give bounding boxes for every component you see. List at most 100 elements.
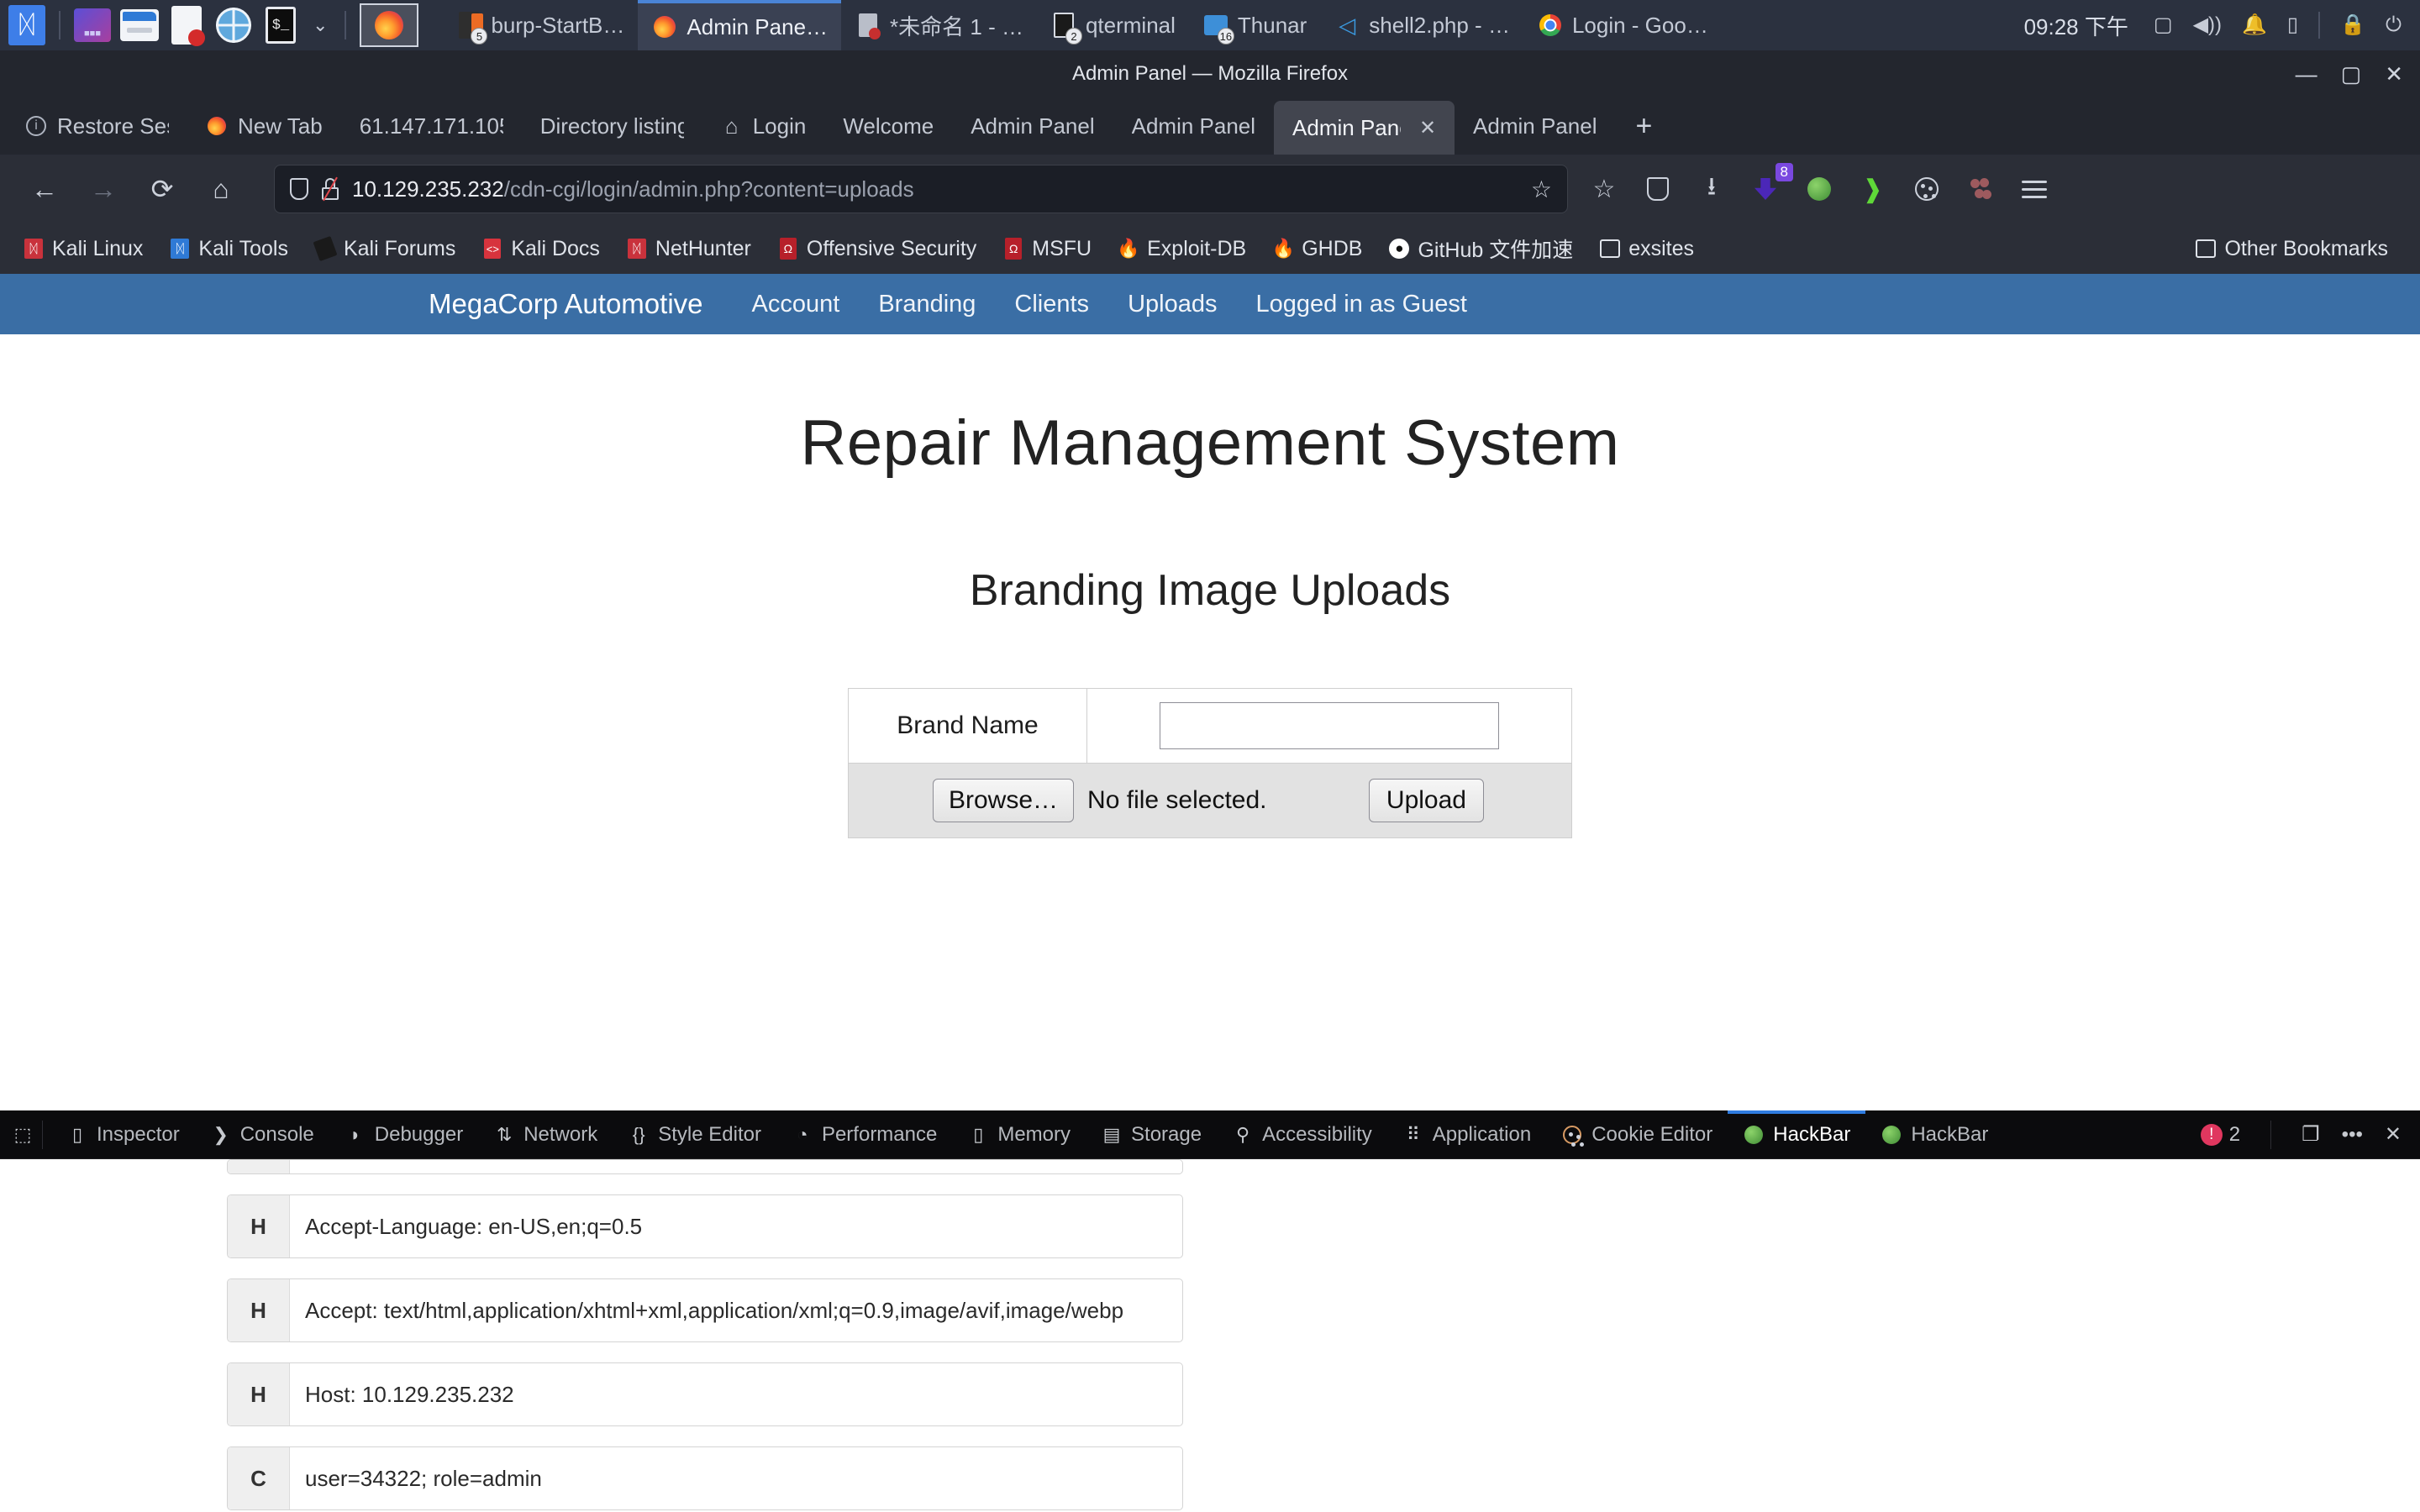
url-bar[interactable]: 10.129.235.232/cdn-cgi/login/admin.php?c… <box>274 165 1568 213</box>
devtools-tab-hackbar[interactable]: HackBar <box>1728 1110 1866 1159</box>
bookmark-label: MSFU <box>1032 236 1092 260</box>
close-tab-icon[interactable]: ✕ <box>1419 116 1436 140</box>
tab-restore-session[interactable]: i Restore Sessio <box>7 97 187 155</box>
close-window-button[interactable]: ✕ <box>2385 61 2403 87</box>
devtools-tab-storage[interactable]: ▤ Storage <box>1086 1110 1217 1159</box>
tab-admin-panel-2[interactable]: Admin Panel <box>1113 97 1274 155</box>
nav-link-branding[interactable]: Branding <box>878 291 976 318</box>
insecure-connection-icon[interactable] <box>320 176 340 202</box>
pocket-icon[interactable] <box>1644 175 1672 203</box>
devtools-tab-performance[interactable]: ◔ Performance <box>776 1110 952 1159</box>
nav-link-account[interactable]: Account <box>752 291 840 318</box>
taskbar-item-text-document[interactable]: *未命名 1 - … <box>841 0 1037 50</box>
maximize-button[interactable]: ▢ <box>2341 61 2362 87</box>
divider <box>42 1120 43 1149</box>
brand-name-input[interactable] <box>1160 702 1499 749</box>
logout-icon[interactable]: ⏻ <box>2386 15 2402 35</box>
files-icon[interactable]: ■■■ <box>69 2 116 49</box>
bookmark-msfu[interactable]: Ω MSFU <box>990 237 1105 261</box>
back-button[interactable]: ← <box>18 163 71 215</box>
reload-button[interactable]: ⟳ <box>136 163 188 215</box>
tab-directory-listing[interactable]: Directory listing fo <box>522 97 702 155</box>
hackbar-row-value[interactable]: Host: 10.129.235.232 <box>290 1363 1182 1425</box>
devtools-tab-network[interactable]: ⇅ Network <box>478 1110 613 1159</box>
bookmark-kali-forums[interactable]: Kali Forums <box>302 235 469 262</box>
error-count-badge[interactable]: ! 2 <box>2200 1123 2240 1147</box>
text-editor-icon[interactable] <box>163 2 210 49</box>
terminal-icon[interactable]: $_ <box>257 2 304 49</box>
tab-admin-panel-active[interactable]: Admin Panel ✕ <box>1274 101 1455 155</box>
tracking-protection-shield-icon[interactable] <box>290 178 308 200</box>
nav-link-clients[interactable]: Clients <box>1014 291 1089 318</box>
browse-button[interactable]: Browse… <box>933 779 1075 822</box>
feed-extension-icon[interactable]: ❱ <box>1859 175 1887 203</box>
devtools-tab-debugger[interactable]: ◗ Debugger <box>329 1110 478 1159</box>
taskbar-item-shell2php[interactable]: ◁ shell2.php - … <box>1320 0 1523 50</box>
forward-button[interactable]: → <box>77 163 129 215</box>
bookmark-offensive-security[interactable]: Ω Offensive Security <box>765 237 990 261</box>
hackbar-row-value[interactable]: Accept: text/html,application/xhtml+xml,… <box>290 1279 1182 1341</box>
cookie-editor-extension-icon[interactable] <box>1912 175 1941 203</box>
devtools-tab-application[interactable]: ⠿ Application <box>1387 1110 1546 1159</box>
upload-button[interactable]: Upload <box>1368 779 1484 822</box>
devtools-options-icon[interactable]: ••• <box>2342 1123 2363 1147</box>
notification-bell-icon[interactable]: 🔔 <box>2242 15 2267 35</box>
bookmark-folder-exsites[interactable]: exsites <box>1586 237 1707 261</box>
wappalyzer-extension-icon[interactable] <box>1966 175 1995 203</box>
bookmark-github-accel[interactable]: ● GitHub 文件加速 <box>1376 234 1586 264</box>
site-brand[interactable]: MegaCorp Automotive <box>429 288 703 320</box>
volume-icon[interactable]: ◀)) <box>2193 15 2222 35</box>
bookmark-kali-docs[interactable]: <> Kali Docs <box>469 237 613 261</box>
devtools-tab-style-editor[interactable]: {} Style Editor <box>613 1110 776 1159</box>
tab-ip-host[interactable]: 61.147.171.105:54 <box>341 97 522 155</box>
lock-screen-icon[interactable]: 🔒 <box>2340 15 2365 35</box>
hackbar-row-value[interactable] <box>290 1160 1182 1173</box>
hackbar-row-value[interactable]: user=34322; role=admin <box>290 1447 1182 1509</box>
taskbar-item-burp[interactable]: 5 burp-StartB… <box>442 0 638 50</box>
other-bookmarks-folder[interactable]: Other Bookmarks <box>2182 237 2402 261</box>
bookmark-ghdb[interactable]: 🔥 GHDB <box>1260 237 1376 261</box>
app-menu-icon[interactable] <box>2020 175 2049 203</box>
taskbar-item-qterminal[interactable]: 2 qterminal <box>1037 0 1189 50</box>
clock[interactable]: 09:28 下午 <box>2024 10 2128 41</box>
nav-logged-in-status[interactable]: Logged in as Guest <box>1255 291 1467 318</box>
new-tab-button[interactable]: + <box>1615 97 1672 155</box>
bookmark-kali-linux[interactable]: ᛞ Kali Linux <box>18 237 156 261</box>
devtools-tab-accessibility[interactable]: ⚲ Accessibility <box>1217 1110 1387 1159</box>
bookmark-nethunter[interactable]: ᛞ NetHunter <box>613 237 765 261</box>
taskbar-item-login-google[interactable]: Login - Goo… <box>1523 0 1722 50</box>
tab-welcome[interactable]: Welcome <box>824 97 952 155</box>
downloads-icon[interactable]: ⭳ <box>1697 173 1726 203</box>
bookmark-exploit-db[interactable]: 🔥 Exploit-DB <box>1105 237 1260 261</box>
file-manager-icon[interactable] <box>116 2 163 49</box>
tab-new-tab[interactable]: New Tab <box>187 97 341 155</box>
responsive-design-mode-icon[interactable]: ❐ <box>2302 1122 2320 1147</box>
element-picker-icon[interactable]: ⬚ <box>12 1124 34 1146</box>
chevron-down-icon[interactable]: ⌄ <box>304 14 336 36</box>
bookmark-star-icon[interactable]: ☆ <box>1531 176 1552 203</box>
tab-admin-panel-4[interactable]: Admin Panel <box>1455 97 1615 155</box>
bookmark-star-icon[interactable]: ☆ <box>1590 175 1618 203</box>
display-icon[interactable]: ▢ <box>2154 15 2173 35</box>
battery-icon[interactable]: ▯ <box>2287 15 2298 35</box>
bookmark-kali-tools[interactable]: ᛞ Kali Tools <box>156 237 302 261</box>
devtools-tab-cookie-editor[interactable]: Cookie Editor <box>1546 1110 1728 1159</box>
home-button[interactable]: ⌂ <box>195 163 247 215</box>
minimize-button[interactable]: — <box>2296 61 2317 87</box>
hackbar-extension-icon[interactable] <box>1805 175 1833 203</box>
devtools-tab-memory[interactable]: ▯ Memory <box>952 1110 1086 1159</box>
tab-admin-panel-1[interactable]: Admin Panel <box>952 97 1113 155</box>
firefox-window-button[interactable] <box>360 3 419 47</box>
download-manager-icon[interactable]: 8 <box>1751 163 1793 203</box>
devtools-tab-hackbar-2[interactable]: HackBar <box>1865 1110 2003 1159</box>
taskbar-item-admin-panel[interactable]: Admin Pane… <box>638 0 842 50</box>
taskbar-item-thunar[interactable]: 16 Thunar <box>1189 0 1320 50</box>
nav-link-uploads[interactable]: Uploads <box>1128 291 1217 318</box>
close-devtools-icon[interactable]: ✕ <box>2385 1122 2402 1147</box>
kali-menu-icon[interactable]: ᛞ <box>3 2 50 49</box>
hackbar-row-value[interactable]: Accept-Language: en-US,en;q=0.5 <box>290 1195 1182 1257</box>
devtools-tab-console[interactable]: ❯ Console <box>195 1110 329 1159</box>
tab-login[interactable]: ⌂ Login <box>702 97 825 155</box>
devtools-tab-inspector[interactable]: ▯ Inspector <box>51 1110 195 1159</box>
browser-icon[interactable] <box>210 2 257 49</box>
